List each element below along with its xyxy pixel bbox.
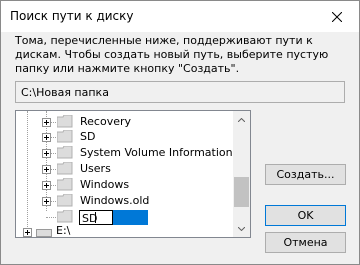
folder-icon <box>57 194 73 207</box>
tree-item-label: Users <box>80 162 111 175</box>
expand-icon[interactable] <box>23 228 32 237</box>
rename-selection <box>113 210 148 225</box>
dialog-window: Поиск пути к диску Тома, перечисленные н… <box>0 0 360 265</box>
vertical-scrollbar[interactable] <box>233 111 250 237</box>
scroll-thumb[interactable] <box>234 177 249 207</box>
window-title: Поиск пути к диску <box>10 9 134 23</box>
chevron-down-icon <box>238 226 245 231</box>
tree-item-label: E:\ <box>56 224 71 237</box>
tree-item-label: Windows.old <box>80 194 150 207</box>
folder-icon <box>57 162 73 175</box>
ok-button[interactable]: OK <box>265 205 346 226</box>
scroll-down-button[interactable] <box>233 220 250 237</box>
expand-icon[interactable] <box>42 165 51 174</box>
tree-item-label: SD <box>80 130 96 143</box>
tree-guide-line <box>27 111 28 237</box>
tree-item-label: Recovery <box>80 115 132 128</box>
text-caret <box>95 212 96 223</box>
expand-icon[interactable] <box>42 118 51 127</box>
rename-input[interactable]: SD <box>79 210 113 225</box>
path-field: C:\Новая папка <box>15 81 345 103</box>
folder-icon <box>57 178 73 191</box>
tree-item-label: System Volume Information <box>80 146 233 159</box>
close-icon <box>332 11 342 22</box>
close-button[interactable] <box>315 1 359 32</box>
cancel-button[interactable]: Отмена <box>265 232 346 253</box>
path-value: C:\Новая папка <box>21 86 109 99</box>
expand-icon[interactable] <box>42 197 51 206</box>
expand-icon[interactable] <box>42 181 51 190</box>
expand-icon[interactable] <box>42 149 51 158</box>
create-button[interactable]: Создать... <box>265 164 346 185</box>
chevron-up-icon <box>238 117 245 122</box>
tree-branch-line <box>46 217 56 218</box>
scroll-up-button[interactable] <box>233 111 250 128</box>
description-text: Тома, перечисленные ниже, поддерживают п… <box>15 34 329 75</box>
title-bar: Поиск пути к диску <box>1 1 359 32</box>
folder-icon <box>57 115 73 128</box>
folder-icon <box>57 146 73 159</box>
expand-icon[interactable] <box>42 133 51 142</box>
tree-item-label: Windows <box>80 178 130 191</box>
drive-icon <box>36 229 52 237</box>
folder-tree[interactable]: Recovery SD System Volume Information Us… <box>15 110 251 238</box>
folder-icon <box>57 210 73 223</box>
folder-icon <box>57 130 73 143</box>
